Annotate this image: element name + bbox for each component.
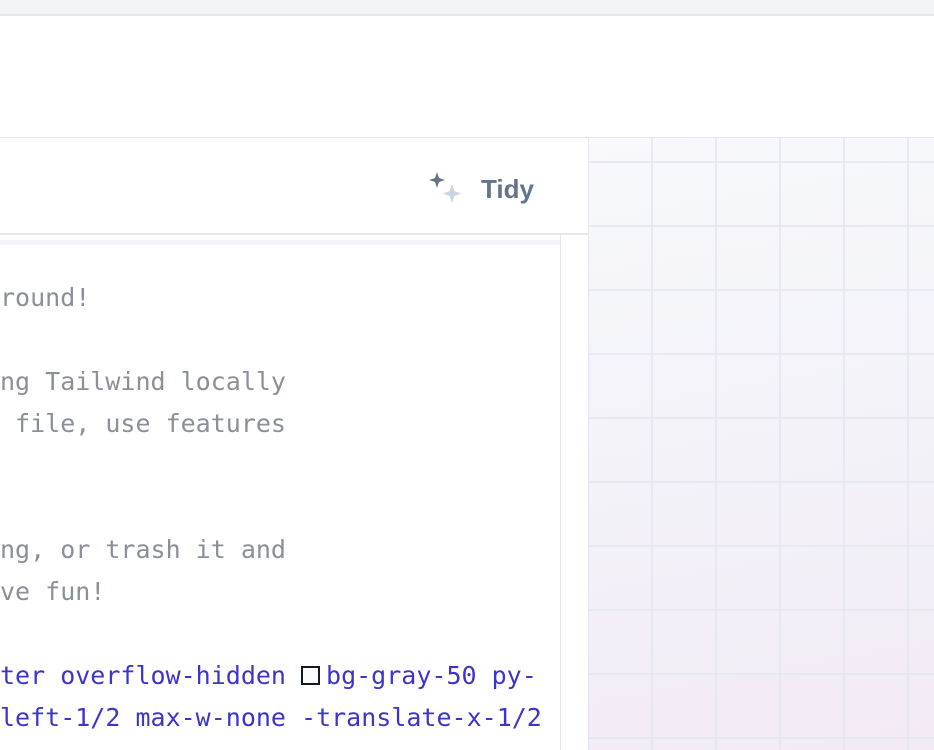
preview-panel [589,138,934,750]
code-line-classes: ter overflow-hidden bg-gray-50 py- [0,655,537,697]
grid-line [589,545,934,547]
grid-line [907,138,909,750]
grid-line [589,609,934,611]
grid-line [589,417,934,419]
grid-line [589,481,934,483]
editor-panel: Tidy round! ng Tailwind locally file, us… [0,138,589,750]
grid-line [589,353,934,355]
code-line-classes: left-1/2 max-w-none -translate-x-1/2 [0,697,542,739]
top-strip [0,0,934,16]
sparkles-icon [428,170,466,208]
grid-line [589,289,934,291]
grid-line [715,138,717,750]
code-line-partial: , [0,739,15,750]
editor-tab-divider [0,240,560,245]
grid-line [589,225,934,227]
grid-line [589,161,934,163]
tidy-label: Tidy [481,173,534,204]
code-line: ng, or trash it and [0,535,286,564]
code-line: file, use features [0,409,286,438]
grid-line [843,138,845,750]
class-tokens: bg-gray-50 py- [326,661,537,690]
tidy-button[interactable]: Tidy [428,170,534,208]
editor-toolbar: Tidy [0,138,588,235]
grid-line [589,673,934,675]
code-line: round! [0,283,91,312]
code-line: ng Tailwind locally [0,367,286,396]
grid-line [589,737,934,739]
grid-line [779,138,781,750]
class-tokens: ter overflow-hidden [0,661,302,690]
grid-line [651,138,653,750]
editor-scrollbar[interactable] [560,235,561,750]
code-line: ve fun! [0,577,106,606]
header-area [0,16,934,138]
color-swatch [301,666,321,685]
code-editor[interactable]: round! ng Tailwind locally file, use fea… [0,235,560,750]
class-tokens: left-1/2 max-w-none -translate-x-1/2 [0,703,542,732]
